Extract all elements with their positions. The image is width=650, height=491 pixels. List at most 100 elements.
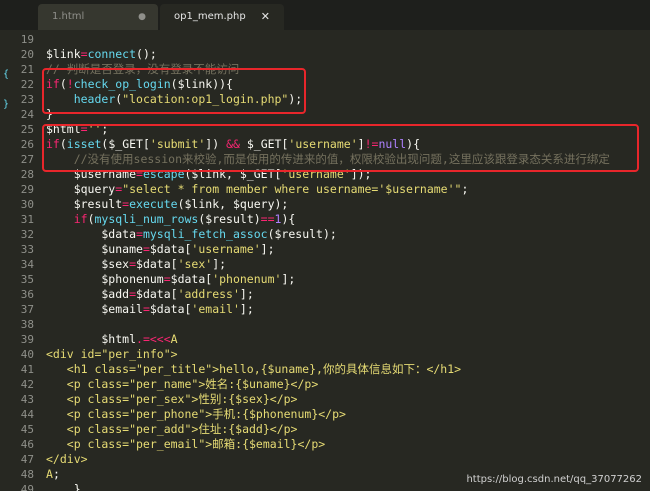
code-text: $uname=$data['username'];	[46, 242, 275, 257]
code-token: 'address'	[177, 287, 240, 301]
code-token: ){	[281, 212, 296, 226]
code-token: ($link, $query);	[177, 197, 289, 211]
code-line[interactable]: 36 $add=$data['address'];	[0, 287, 650, 302]
line-number: 19	[20, 33, 34, 46]
code-line[interactable]: 20 $link=connect();	[0, 47, 650, 62]
code-line[interactable]: 33 $uname=$data['username'];	[0, 242, 650, 257]
code-line[interactable]: 46 <p class="per_email">邮箱:{$email}</p>	[0, 437, 650, 452]
line-number: 47	[20, 453, 34, 466]
line-number: 48	[20, 468, 34, 481]
code-line[interactable]: 42 <p class="per_name">姓名:{$uname}</p>	[0, 377, 650, 392]
code-token: A	[170, 332, 178, 346]
code-text: <p class="per_email">邮箱:{$email}</p>	[46, 437, 325, 452]
code-line[interactable]: 45 <p class="per_add">住址:{$add}</p>	[0, 422, 650, 437]
code-token: ($result);	[267, 227, 337, 241]
code-token: .=<<<	[136, 332, 171, 346]
code-token: $link	[46, 47, 81, 61]
line-number: 20	[20, 48, 34, 61]
line-number: 37	[20, 303, 34, 316]
code-text: <p class="per_add">住址:{$add}</p>	[46, 422, 298, 437]
code-token: <p class="per_email">邮箱:{$email}</p>	[46, 437, 326, 451]
code-token: mysqli_num_rows	[94, 212, 199, 226]
code-token: if	[73, 212, 88, 226]
code-line[interactable]: 41 <h1 class="per_title">hello,{$uname},…	[0, 362, 650, 377]
code-token: $add	[46, 287, 130, 301]
code-text: $phonenum=$data['phonenum'];	[46, 272, 295, 287]
tab-1-html[interactable]: 1.html ●	[38, 4, 158, 30]
line-number: 45	[20, 423, 34, 436]
code-token: $query	[46, 182, 116, 196]
code-token: execute	[129, 197, 178, 211]
code-line[interactable]: 35 $phonenum=$data['phonenum'];	[0, 272, 650, 287]
code-token: =	[129, 257, 137, 271]
code-line[interactable]: 32 $data=mysqli_fetch_assoc($result);	[0, 227, 650, 242]
code-token: $result	[46, 197, 123, 211]
code-text: if(mysqli_num_rows($result)==1){	[46, 212, 296, 227]
code-text: <p class="per_name">姓名:{$uname}</p>	[46, 377, 318, 392]
code-token: ();	[136, 47, 157, 61]
code-token: <p class="per_name">姓名:{$uname}</p>	[46, 377, 319, 391]
code-token: $email	[46, 302, 143, 316]
code-text: $email=$data['email'];	[46, 302, 254, 317]
code-token: $data[	[136, 287, 178, 301]
code-line[interactable]: 34 $sex=$data['sex'];	[0, 257, 650, 272]
line-number: 31	[20, 213, 34, 226]
line-number: 43	[20, 393, 34, 406]
line-number: 49	[20, 483, 34, 491]
code-token: <h1 class="per_title">hello,{$uname},你的具…	[46, 362, 462, 376]
code-token: $phonenum	[46, 272, 164, 286]
code-line[interactable]: 38	[0, 317, 650, 332]
code-token: 'username'	[191, 242, 261, 256]
fold-close-icon[interactable]: }	[3, 99, 9, 110]
line-number: 41	[20, 363, 34, 376]
code-token: $data[	[170, 272, 213, 286]
code-line[interactable]: 19	[0, 32, 650, 47]
code-token: <p class="per_phone">手机:{$phonenum}</p>	[46, 407, 346, 421]
code-token: $uname	[46, 242, 143, 256]
line-number: 35	[20, 273, 34, 286]
code-line[interactable]: 40 <div id="per_info">	[0, 347, 650, 362]
code-token: mysqli_fetch_assoc	[142, 227, 268, 241]
highlight-box-username-check	[42, 124, 639, 172]
code-token: A	[46, 467, 53, 481]
line-number: 28	[20, 168, 34, 181]
code-token: =	[129, 287, 137, 301]
line-number: 39	[20, 333, 34, 346]
code-token: ];	[260, 242, 275, 256]
line-number: 32	[20, 228, 34, 241]
code-text: $sex=$data['sex'];	[46, 257, 226, 272]
unsaved-dot-icon: ●	[138, 12, 146, 22]
code-line[interactable]: 37 $email=$data['email'];	[0, 302, 650, 317]
tab-label: 1.html	[52, 11, 85, 22]
code-text: </div>	[46, 452, 88, 467]
code-token: (	[87, 212, 95, 226]
code-token: ];	[239, 302, 254, 316]
highlight-box-login-check	[42, 68, 306, 114]
tab-op1-mem-php[interactable]: op1_mem.php ✕	[160, 4, 284, 30]
code-line[interactable]: 47 </div>	[0, 452, 650, 467]
line-number: 34	[20, 258, 34, 271]
code-line[interactable]: 30 $result=execute($link, $query);	[0, 197, 650, 212]
code-text: <h1 class="per_title">hello,{$uname},你的具…	[46, 362, 461, 377]
code-text: $data=mysqli_fetch_assoc($result);	[46, 227, 337, 242]
line-number: 44	[20, 408, 34, 421]
fold-open-icon[interactable]: {	[3, 69, 9, 80]
code-token: =	[136, 227, 143, 241]
line-number: 42	[20, 378, 34, 391]
code-token: connect	[87, 47, 137, 61]
code-token: </div>	[46, 452, 88, 466]
code-text: $link=connect();	[46, 47, 157, 62]
line-number: 36	[20, 288, 34, 301]
code-token: "select * from member where username='$u…	[122, 182, 462, 196]
code-line[interactable]: 29 $query="select * from member where us…	[0, 182, 650, 197]
code-line[interactable]: 39 $html.=<<<A	[0, 332, 650, 347]
code-token: ;	[461, 182, 469, 196]
watermark: https://blog.csdn.net/qq_37077262	[466, 474, 642, 485]
code-line[interactable]: 43 <p class="per_sex">性别:{$sex}</p>	[0, 392, 650, 407]
code-line[interactable]: 44 <p class="per_phone">手机:{$phonenum}</…	[0, 407, 650, 422]
close-tab-icon[interactable]: ✕	[261, 4, 270, 30]
code-line[interactable]: 31 if(mysqli_num_rows($result)==1){	[0, 212, 650, 227]
code-token: $data[	[149, 302, 192, 316]
code-token: ==	[260, 212, 275, 226]
